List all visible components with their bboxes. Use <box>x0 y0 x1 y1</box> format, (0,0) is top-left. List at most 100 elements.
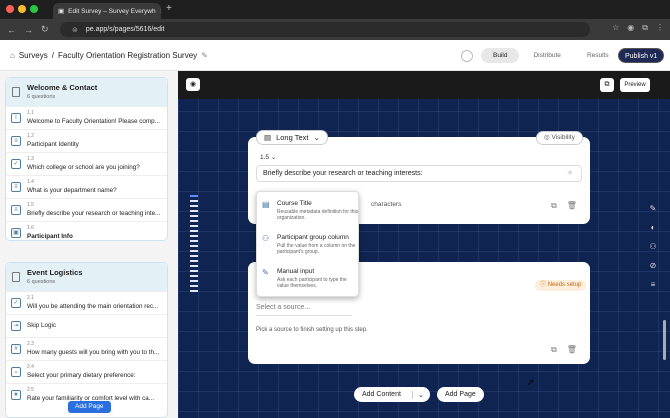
tab-build[interactable]: Build <box>481 48 520 63</box>
profile-icon[interactable]: ◉ <box>627 23 634 33</box>
ai-sparkle-icon[interactable]: ✳ <box>567 166 573 182</box>
breadcrumb-surveys-link[interactable]: Surveys <box>19 51 48 60</box>
edit-title-icon[interactable]: ✎ <box>201 51 208 60</box>
question-number: 2.4 <box>27 364 34 370</box>
progress-tick <box>190 280 198 282</box>
compass-icon[interactable]: ⊘ <box>650 261 657 270</box>
delete-icon[interactable]: 🗑 <box>567 345 577 355</box>
question-text: What is your department name? <box>27 187 117 194</box>
right-tool-rail: ✎ ◐ ⚇ ⊘ ≡ <box>644 204 662 289</box>
brush-icon[interactable]: ✎ <box>650 204 657 213</box>
needs-setup-badge: ⓘ Needs setup <box>535 280 587 291</box>
progress-tick <box>190 225 198 227</box>
mode-switcher: Build Distribute Results <box>481 48 621 63</box>
mouse-cursor-icon: ➚ <box>527 377 535 387</box>
preview-button[interactable]: Preview <box>620 78 650 92</box>
maximize-window-button[interactable] <box>30 5 38 13</box>
chevron-down-icon[interactable]: ⌄ <box>412 390 424 399</box>
extensions-icon[interactable]: ⧉ <box>642 23 648 33</box>
tab-results[interactable]: Results <box>575 48 621 63</box>
section-event-logistics: Event Logistics 6 questions ✓ 2.1 Will you… <box>5 262 168 418</box>
flow-tree-icon[interactable]: ⧉ <box>600 78 614 92</box>
back-icon[interactable]: ← <box>7 25 17 35</box>
editor-canvas: ◉ ⧉ Preview 1.5 ⌄ Briefly describe your … <box>178 71 670 418</box>
question-text: Which college or school are you joining? <box>27 164 140 171</box>
calendar-icon[interactable] <box>461 50 473 62</box>
question-number: 1.2 <box>27 133 34 139</box>
reload-icon[interactable]: ↻ <box>41 24 51 35</box>
add-content-button[interactable]: Add Content ⌄ <box>354 387 430 402</box>
question-number: 1.5 <box>27 202 34 208</box>
more-menu-icon[interactable]: ⋮ <box>656 23 664 33</box>
short-text-icon: ≡ <box>11 182 21 192</box>
long-text-icon: ▤ <box>264 133 272 142</box>
eye-icon: ◎ <box>544 134 550 141</box>
url-text: pe.app/s/pages/5616/edit <box>85 26 165 33</box>
tab-distribute[interactable]: Distribute <box>521 48 572 63</box>
site-info-icon[interactable]: ⊜ <box>72 26 78 34</box>
new-tab-button[interactable]: + <box>166 3 172 14</box>
section-title: Welcome & Contact <box>27 83 98 92</box>
card-actions: ⧉ 🗑 <box>551 345 577 355</box>
question-item[interactable]: ⌄ 2.4 Select your primary dietary preferen… <box>6 360 167 383</box>
progress-tick <box>190 200 198 202</box>
delete-icon[interactable]: 🗑 <box>567 201 577 211</box>
visibility-label: Visibility <box>551 134 575 141</box>
page-icon <box>12 272 20 282</box>
browser-tab[interactable]: ▣ Edit Survey – Survey Everywh ✕ <box>53 3 161 19</box>
question-item[interactable]: ⇥ Skip Logic <box>6 314 167 337</box>
option-description: Ask each participant to type the value t… <box>277 277 347 289</box>
question-text: Will you be attending the main orientati… <box>27 303 159 310</box>
users-icon[interactable]: ⚇ <box>649 242 656 251</box>
home-icon[interactable]: ⌂ <box>10 51 15 60</box>
progress-tick <box>190 195 198 197</box>
question-text: Participant Info <box>27 233 73 240</box>
source-select[interactable]: Select a source... <box>256 304 352 316</box>
add-page-button[interactable]: Add Page <box>437 387 484 402</box>
source-placeholder: Select a source... <box>256 304 311 311</box>
list-icon[interactable]: ≡ <box>651 280 656 289</box>
question-item[interactable]: #2.3 How many guests will you bring with … <box>6 337 167 360</box>
question-text: Briefly describe your research or teachi… <box>27 210 161 217</box>
tab-favicon-icon: ▣ <box>58 8 65 15</box>
publish-button[interactable]: Publish v1 <box>618 48 665 63</box>
question-text: Welcome to Faculty Orientation! Please c… <box>27 118 160 125</box>
question-type-select[interactable]: ▤ Long Text ⌄ <box>256 130 328 145</box>
short-text-icon: ≡ <box>11 136 21 146</box>
question-type-label: Long Text <box>276 133 309 142</box>
forward-icon[interactable]: → <box>24 25 34 35</box>
sidebar: Welcome & Contact 6 questions I 1.1 Welcom… <box>0 71 178 418</box>
progress-tick <box>190 270 198 272</box>
progress-tick <box>190 250 198 252</box>
option-title: Participant group column <box>277 234 349 241</box>
minimize-window-button[interactable] <box>18 5 26 13</box>
question-item[interactable]: ✓ 1.3 Which college or school are you join… <box>6 152 167 175</box>
bookmark-star-icon[interactable]: ☆ <box>612 23 619 33</box>
question-item[interactable]: ≡ 1.2 Participant Identity <box>6 129 167 152</box>
toggle-panel-icon[interactable]: ◉ <box>186 78 200 91</box>
question-number: 2.1 <box>27 295 34 301</box>
palette-icon[interactable]: ◐ <box>651 223 656 232</box>
question-item[interactable]: I 1.1 Welcome to Faculty Orientation! Plea… <box>6 106 167 129</box>
question-item[interactable]: ▣ 1.6 Participant Info <box>6 221 167 244</box>
close-window-button[interactable] <box>6 5 14 13</box>
section-header[interactable]: Event Logistics 6 questions <box>6 263 167 291</box>
canvas-scrollbar[interactable] <box>663 320 666 360</box>
pencil-icon: ✎ <box>262 268 269 277</box>
duplicate-icon[interactable]: ⧉ <box>551 201 557 211</box>
question-number: 2.3 <box>27 341 34 347</box>
question-item[interactable]: ✓ 2.1 Will you be attending the main orien… <box>6 291 167 314</box>
question-number-select[interactable]: 1.5 ⌄ <box>260 153 276 161</box>
add-content-label: Add Content <box>362 391 401 398</box>
question-item[interactable]: ≡ 1.5 Briefly describe your research or te… <box>6 198 167 221</box>
url-field[interactable]: ⊜ pe.app/s/pages/5616/edit <box>60 22 590 37</box>
close-tab-icon[interactable]: ✕ <box>160 7 161 15</box>
duplicate-icon[interactable]: ⧉ <box>551 345 557 355</box>
question-item[interactable]: ≡ 1.4 What is your department name? <box>6 175 167 198</box>
char-limit-label: characters <box>371 201 402 208</box>
section-header[interactable]: Welcome & Contact 6 questions <box>6 78 167 106</box>
address-bar-row: ← → ↻ ⊜ pe.app/s/pages/5616/edit ☆ ◉ ⧉ ⋮ <box>0 19 670 40</box>
sidebar-add-page-button[interactable]: Add Page <box>68 401 111 413</box>
visibility-button[interactable]: ◎ Visibility <box>536 131 583 145</box>
question-text-input[interactable]: Briefly describe your research or teachi… <box>256 165 582 182</box>
